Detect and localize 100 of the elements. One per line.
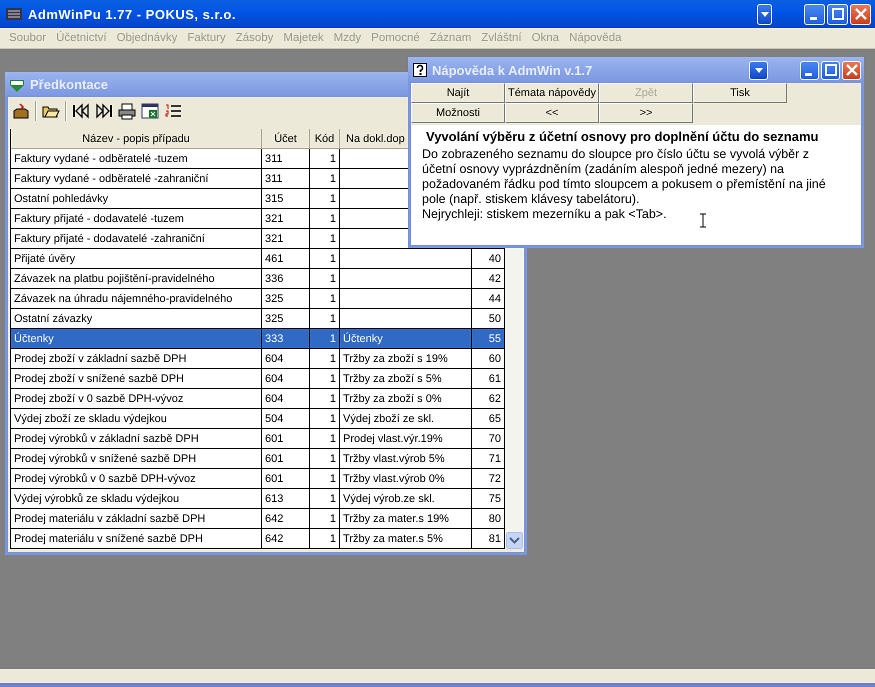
table-cell: 65 [488, 412, 501, 424]
first-record-icon[interactable] [72, 102, 90, 120]
table-cell: 604 [262, 349, 310, 369]
table-cell: Faktury přijaté - dodavatelé -zahraniční [11, 229, 262, 249]
help-button[interactable]: << [505, 103, 599, 123]
table-cell: 1 [310, 169, 340, 189]
table-cell: 40 [488, 252, 501, 264]
close-button[interactable] [842, 60, 861, 80]
table-cell: Výdej zboží ze skl. [343, 412, 434, 424]
table-cell: 325 [262, 289, 310, 309]
maximize-button[interactable] [827, 4, 848, 24]
table-cell: 1 [310, 509, 340, 529]
table-cell: 50 [488, 312, 501, 324]
close-icon [846, 64, 858, 76]
table-cell: 1 [310, 189, 340, 209]
table-cell: 80 [488, 512, 501, 524]
table-cell: 1 [310, 469, 340, 489]
table-cell: 461 [262, 249, 310, 269]
close-button[interactable] [850, 4, 871, 24]
table-row[interactable]: Prodej materiálu v snížené sazbě DPH 642 1 Tržby za mater.s 5% 81 [11, 529, 505, 549]
dropdown-arrow-icon [760, 10, 768, 18]
table-row[interactable]: Prodej zboží v 0 sazbě DPH-vývoz 604 1 Tržby za zboží s 0% 62 [11, 389, 505, 409]
table-cell: 1 [310, 289, 340, 309]
table-cell: 1 [310, 389, 340, 409]
table-cell: Tržby za zboží s 19% [343, 352, 448, 364]
table-row[interactable]: Výdej zboží ze skladu výdejkou 504 1 Výdej zboží ze skl. 65 [11, 409, 505, 429]
table-cell: 1 [310, 449, 340, 469]
help-button[interactable]: >> [599, 103, 693, 123]
table-row[interactable]: Závazek na platbu pojištění-pravidelného 336 1 42 [11, 269, 505, 289]
table-cell: 601 [262, 429, 310, 449]
table-cell: Účtenky [343, 332, 383, 344]
window-title: AdmWinPu 1.77 - POKUS, s.r.o. [28, 6, 236, 22]
table-cell: Prodej vlast.výr.19% [343, 432, 443, 444]
last-record-icon[interactable] [95, 102, 113, 120]
table-cell: 321 [262, 209, 310, 229]
table-cell: 321 [262, 229, 310, 249]
table-cell: 60 [488, 352, 501, 364]
numbered-list-icon[interactable] [164, 102, 182, 120]
maximize-icon [824, 64, 836, 76]
table-row[interactable]: Prodej výrobků v 0 sazbě DPH-vývoz 601 1 Tržby vlast.výrob 0% 72 [11, 469, 505, 489]
table-cell: Prodej zboží v 0 sazbě DPH-vývoz [11, 389, 262, 409]
table-cell: 61 [488, 372, 501, 384]
table-cell: Tržby za zboží s 5% [343, 372, 442, 384]
column-header[interactable]: Kód [310, 129, 340, 149]
help-paragraph: Nejrychleji: stiskem mezerníku a pak <Tab>. [422, 207, 667, 222]
help-button[interactable]: Témata nápovědy [505, 83, 599, 103]
table-cell: 1 [310, 429, 340, 449]
minimize-button[interactable] [804, 4, 825, 24]
table-row[interactable]: Prodej výrobků v snížené sazbě DPH 601 1 Tržby vlast.výrob 5% 71 [11, 449, 505, 469]
column-header[interactable]: Účet [262, 129, 310, 149]
table-cell: 1 [310, 349, 340, 369]
maximize-icon [832, 8, 844, 20]
table-cell: 613 [262, 489, 310, 509]
table-cell: 504 [262, 409, 310, 429]
table-row[interactable]: Prodej zboží v základní sazbě DPH 604 1 Tržby za zboží s 19% 60 [11, 349, 505, 369]
table-cell: Prodej výrobků v 0 sazbě DPH-vývoz [11, 469, 262, 489]
table-cell: Tržby vlast.výrob 5% [343, 452, 445, 464]
table-cell: Prodej výrobků v základní sazbě DPH [11, 429, 262, 449]
table-cell: Prodej výrobků v snížené sazbě DPH [11, 449, 262, 469]
table-row[interactable]: Prodej zboží v snížené sazbě DPH 604 1 Tržby za zboží s 5% 61 [11, 369, 505, 389]
table-cell: 71 [488, 452, 501, 464]
table-cell: Výdej výrob.ze skl. [343, 492, 435, 504]
dropdown-arrow-icon [754, 66, 762, 74]
close-icon [854, 8, 866, 20]
scroll-down-icon[interactable] [506, 532, 523, 549]
minimize-icon [804, 72, 812, 76]
table-cell: 1 [310, 369, 340, 389]
table-cell: Závazek na úhradu nájemného-pravidelného [11, 289, 262, 309]
table-cell: 42 [488, 272, 501, 284]
help-button[interactable]: Tisk [693, 83, 787, 103]
table-row[interactable]: Přijaté úvěry 461 1 40 [11, 249, 505, 269]
table-cell: 81 [488, 532, 501, 544]
table-cell: 72 [488, 472, 501, 484]
maximize-button[interactable] [821, 60, 840, 80]
table-row[interactable]: Účtenky 333 1 Účtenky 55 [11, 329, 505, 349]
help-button[interactable]: Možnosti [411, 103, 505, 123]
table-row[interactable]: Prodej výrobků v základní sazbě DPH 601 1 Prodej vlast.výr.19% 70 [11, 429, 505, 449]
table-cell: Prodej zboží v snížené sazbě DPH [11, 369, 262, 389]
table-cell: 642 [262, 509, 310, 529]
minimize-button[interactable] [800, 60, 819, 80]
table-cell: Výdej zboží ze skladu výdejkou [11, 409, 262, 429]
table-cell: 1 [310, 249, 340, 269]
table-cell: 333 [262, 329, 310, 349]
table-row[interactable]: Závazek na úhradu nájemného-pravidelného 325 1 44 [11, 289, 505, 309]
column-header[interactable]: Název - popis případu [11, 129, 262, 149]
dropdown-button[interactable] [757, 4, 772, 24]
spreadsheet-icon[interactable] [141, 102, 159, 120]
table-cell: 1 [310, 229, 340, 249]
table-cell: 642 [262, 529, 310, 549]
table-cell: 1 [310, 529, 340, 549]
table-cell: 1 [310, 409, 340, 429]
table-cell: Tržby za mater.s 19% [343, 512, 449, 524]
dropdown-button[interactable] [749, 60, 768, 80]
table-row[interactable]: Prodej materiálu v základní sazbě DPH 642 1 Tržby za mater.s 19% 80 [11, 509, 505, 529]
table-cell: Faktury vydané - odběratelé -tuzem [11, 149, 262, 169]
help-button[interactable]: Najít [411, 83, 505, 103]
table-row[interactable]: Výdej výrobků ze skladu výdejkou 613 1 Výdej výrob.ze skl. 75 [11, 489, 505, 509]
window-title: Předkontace [30, 77, 108, 92]
printer-icon[interactable] [118, 102, 136, 120]
table-cell: 311 [262, 169, 310, 189]
